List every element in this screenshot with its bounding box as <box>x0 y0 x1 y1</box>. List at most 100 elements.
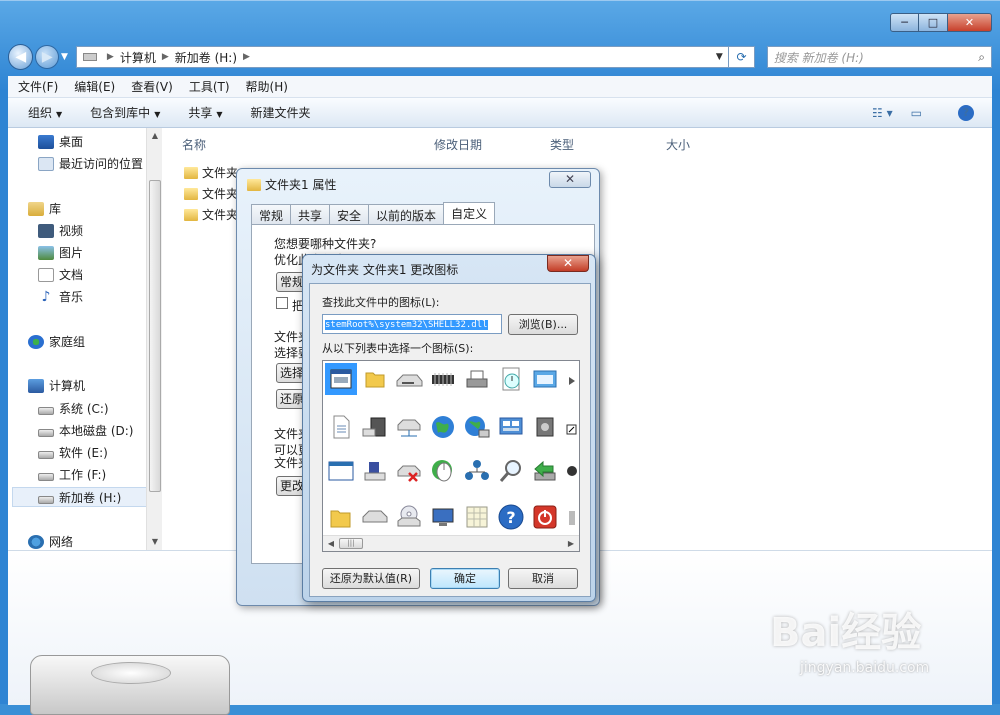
forward-button[interactable]: ▶ <box>35 45 59 69</box>
tab-previous-versions[interactable]: 以前的版本 <box>368 204 445 224</box>
disconnected-drive-icon[interactable] <box>393 455 425 487</box>
tab-sharing[interactable]: 共享 <box>290 204 331 224</box>
sidebar-item-computer[interactable]: 计算机 <box>28 377 85 394</box>
drive-icon[interactable] <box>359 501 391 533</box>
computer-disk-icon[interactable] <box>359 455 391 487</box>
file-row[interactable]: 文件夹 <box>184 164 238 181</box>
printer-icon[interactable] <box>461 363 493 395</box>
scroll-left-icon[interactable]: ◀ <box>323 536 339 551</box>
power-icon[interactable] <box>529 501 561 533</box>
help-icon[interactable]: ? <box>495 501 527 533</box>
scrollbar-thumb[interactable]: ||| <box>339 538 363 549</box>
preview-pane-icon[interactable]: ▭ <box>911 106 922 120</box>
sidebar-item-drive-h[interactable]: 新加卷 (H:) <box>38 489 121 506</box>
sidebar-item-network[interactable]: 网络 <box>28 533 73 550</box>
organize-button[interactable]: 组织 ▼ <box>28 104 62 121</box>
breadcrumb-drive[interactable]: 新加卷 (H:) <box>175 49 237 66</box>
tab-security[interactable]: 安全 <box>329 204 370 224</box>
network-drive-icon[interactable] <box>393 411 425 443</box>
view-options-icon[interactable]: ☷ ▾ <box>872 106 893 120</box>
globe-mouse-icon[interactable] <box>427 455 459 487</box>
sidebar-item-drive-c[interactable]: 系统 (C:) <box>38 400 109 417</box>
control-panel-icon[interactable] <box>495 411 527 443</box>
breadcrumb-chevron-icon[interactable]: ▶ <box>107 52 114 62</box>
breadcrumb-chevron-icon[interactable]: ▶ <box>162 52 169 62</box>
sidebar-item-drive-f[interactable]: 工作 (F:) <box>38 466 106 483</box>
speaker-device-icon[interactable] <box>529 411 561 443</box>
file-row[interactable]: 文件夹 <box>184 185 238 202</box>
network-people-icon[interactable] <box>461 455 493 487</box>
app-window-icon[interactable] <box>325 363 357 395</box>
scroll-down-icon[interactable]: ▼ <box>147 534 163 550</box>
column-header-name[interactable]: 名称 <box>182 136 206 153</box>
shortcut-arrow-icon[interactable] <box>563 411 579 443</box>
network-globe-icon[interactable] <box>461 411 493 443</box>
partial-icon[interactable] <box>563 501 579 533</box>
sidebar-item-recent-places[interactable]: 最近访问的位置 <box>38 155 143 172</box>
sidebar-item-documents[interactable]: 文档 <box>38 266 83 283</box>
sidebar-scrollbar[interactable]: ▲ ▼ <box>146 128 162 550</box>
globe-icon[interactable] <box>427 411 459 443</box>
scroll-right-icon[interactable]: ▶ <box>563 536 579 551</box>
breadcrumb-computer[interactable]: 计算机 <box>120 49 156 66</box>
sidebar-item-libraries[interactable]: 库 <box>28 200 61 217</box>
address-dropdown-icon[interactable]: ▼ <box>710 52 728 62</box>
floppy-drive-icon[interactable] <box>393 363 425 395</box>
window-frame-icon[interactable] <box>529 363 561 395</box>
menu-tools[interactable]: 工具(T) <box>189 78 230 95</box>
back-button[interactable]: ◀ <box>8 44 34 70</box>
sidebar-item-homegroup[interactable]: 家庭组 <box>28 333 85 350</box>
column-header-date[interactable]: 修改日期 <box>434 136 482 153</box>
menu-help[interactable]: 帮助(H) <box>246 78 288 95</box>
new-folder-button[interactable]: 新建文件夹 <box>251 104 311 121</box>
address-bar[interactable]: ▶ 计算机 ▶ 新加卷 (H:) ▶ ▼ <box>75 46 730 68</box>
cd-drive-icon[interactable] <box>393 501 425 533</box>
refresh-icon[interactable]: ⟳ <box>729 46 755 68</box>
properties-close-button[interactable]: ✕ <box>549 171 591 188</box>
ok-button[interactable]: 确定 <box>430 568 500 589</box>
sidebar-item-music[interactable]: ♪ 音乐 <box>38 288 83 305</box>
search-icon[interactable]: ⌕ <box>978 50 985 65</box>
breadcrumb-chevron-icon[interactable]: ▶ <box>243 52 250 62</box>
magnifier-icon[interactable] <box>495 455 527 487</box>
browse-button[interactable]: 浏览(B)... <box>508 314 578 335</box>
scrollbar-thumb[interactable] <box>149 180 161 492</box>
search-input[interactable]: 搜索 新加卷 (H:) ⌕ <box>766 46 993 68</box>
column-header-type[interactable]: 类型 <box>550 136 574 153</box>
memory-chip-icon[interactable] <box>427 363 459 395</box>
menu-edit[interactable]: 编辑(E) <box>74 78 115 95</box>
maximize-button[interactable]: □ <box>919 13 948 32</box>
monitor-icon[interactable] <box>427 501 459 533</box>
clock-document-icon[interactable] <box>495 363 527 395</box>
partial-icon[interactable] <box>563 455 579 487</box>
minimize-button[interactable]: ─ <box>890 13 919 32</box>
sidebar-item-pictures[interactable]: 图片 <box>38 244 83 261</box>
sidebar-item-desktop[interactable]: 桌面 <box>38 133 83 150</box>
share-button[interactable]: 共享 ▼ <box>188 104 222 121</box>
icon-file-path-input[interactable]: stemRoot%\system32\SHELL32.dll <box>322 314 502 334</box>
computer-tower-icon[interactable] <box>359 411 391 443</box>
menu-view[interactable]: 查看(V) <box>131 78 173 95</box>
icon-list[interactable]: ? ◀ ||| ▶ <box>322 360 580 552</box>
spreadsheet-icon[interactable] <box>461 501 493 533</box>
apply-subfolders-checkbox[interactable] <box>276 297 288 309</box>
change-icon-close-button[interactable]: ✕ <box>547 255 589 272</box>
menu-file[interactable]: 文件(F) <box>18 78 58 95</box>
text-document-icon[interactable] <box>325 411 357 443</box>
file-row[interactable]: 文件夹 <box>184 206 238 223</box>
blank-window-icon[interactable] <box>325 455 357 487</box>
sidebar-item-drive-d[interactable]: 本地磁盘 (D:) <box>38 422 133 439</box>
include-in-library-button[interactable]: 包含到库中 ▼ <box>90 104 160 121</box>
folders-icon[interactable] <box>325 501 357 533</box>
green-arrow-icon[interactable] <box>529 455 561 487</box>
partial-icon[interactable] <box>563 363 579 395</box>
restore-default-button[interactable]: 还原为默认值(R) <box>322 568 420 589</box>
folder-icon[interactable] <box>359 363 391 395</box>
scroll-up-icon[interactable]: ▲ <box>147 128 163 144</box>
help-button[interactable]: ? <box>940 104 974 121</box>
tab-general[interactable]: 常规 <box>251 204 292 224</box>
icon-list-scrollbar[interactable]: ◀ ||| ▶ <box>323 535 579 551</box>
cancel-button[interactable]: 取消 <box>508 568 578 589</box>
column-header-size[interactable]: 大小 <box>666 136 690 153</box>
close-button[interactable]: ✕ <box>948 13 992 32</box>
